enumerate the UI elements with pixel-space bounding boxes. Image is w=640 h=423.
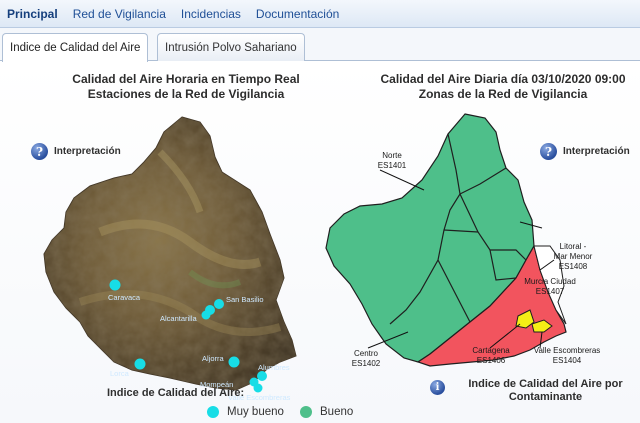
station-label-san-basilio: San Basilio [226,295,264,304]
pollutant-info-button[interactable]: i [430,380,445,395]
nav-incidencias[interactable]: Incidencias [181,7,241,21]
pollutant-line2[interactable]: Contaminante [458,391,633,404]
station-label-aljorra: Aljorra [202,354,225,363]
station-label-lorca: Lorca [110,369,130,378]
tab-content: Calidad del Aire Horaria en Tiempo Real … [0,62,640,423]
zone-label-litoral-line2: Mar Menor [553,252,593,261]
tab-bar: Indice de Calidad del Aire Intrusión Pol… [0,28,640,62]
zone-label-centro: Centro ES1402 [344,349,388,369]
stations-relief-map: Caravaca San Basilio Alcantarilla Lorca … [43,116,297,402]
left-title-line1: Calidad del Aire Horaria en Tiempo Real [72,72,300,86]
station-label-caravaca: Caravaca [108,293,141,302]
right-panel-title: Calidad del Aire Diaria día 03/10/2020 0… [368,72,638,102]
station-label-alumbres: Alumbres [258,363,290,372]
left-panel-title: Calidad del Aire Horaria en Tiempo Real … [45,72,327,102]
right-title-line2: Zonas de la Red de Vigilancia [418,87,588,101]
zone-code-litoral: ES1408 [558,262,588,271]
info-icon[interactable]: i [430,380,445,395]
station-marker-escombreras-2[interactable] [253,383,263,393]
zone-label-litoral: Litoral - Mar Menor ES1408 [545,242,601,272]
legend-title: Indice de Calidad del Aire: [107,387,245,399]
station-label-alcantarilla: Alcantarilla [160,314,198,323]
zone-code-norte: ES1401 [378,161,407,170]
legend-dot-bueno [300,406,312,418]
zone-code-murcia-ciudad: ES1407 [536,287,565,296]
pollutant-line1[interactable]: Indice de Calidad del Aire por [458,378,633,391]
nav-red-de-vigilancia[interactable]: Red de Vigilancia [73,7,166,21]
right-title-line1: Calidad del Aire Diaria día 03/10/2020 0… [380,72,626,86]
top-navigation: Principal Red de Vigilancia Incidencias … [0,0,640,28]
zone-code-cartagena: ES1406 [476,356,506,365]
zone-label-norte: Norte [382,151,402,160]
legend-bueno: Bueno [300,406,353,418]
legend-dot-muy-bueno [207,406,219,418]
station-marker-lorca[interactable] [134,358,146,370]
zone-code-centro: ES1402 [351,359,381,368]
zone-label-litoral-line1: Litoral - [559,242,587,251]
legend-label-muy-bueno: Muy bueno [227,406,284,418]
station-marker-alumbres[interactable] [257,371,267,381]
zone-label-valle-escombreras: Valle Escombreras ES1404 [520,346,614,366]
legend-label-bueno: Bueno [320,406,354,418]
zone-label-cartagena-name: Cartagena [472,346,510,355]
station-marker-san-basilio[interactable] [214,299,224,309]
zone-label-murcia-ciudad: Murcia Ciudad [524,277,576,286]
zone-code-valle: ES1404 [552,356,582,365]
nav-principal[interactable]: Principal [7,7,58,21]
tab-intrusion-polvo-sahariano[interactable]: Intrusión Polvo Sahariano [157,33,305,61]
left-title-line2: Estaciones de la Red de Vigilancia [87,87,285,101]
tab-indice-calidad-aire[interactable]: Indice de Calidad del Aire [2,33,149,62]
zone-label-cartagena: Cartagena ES1406 [460,346,522,366]
legend-muy-bueno: Muy bueno [207,406,284,418]
station-marker-caravaca[interactable] [109,279,121,291]
station-marker-aljorra[interactable] [228,356,240,368]
station-marker-alcantarilla-2[interactable] [201,310,211,320]
zone-label-centro-name: Centro [353,349,378,358]
zone-label-valle-name: Valle Escombreras [533,346,601,355]
pollutant-index-link[interactable]: Indice de Calidad del Aire por Contamina… [458,378,633,404]
nav-documentacion[interactable]: Documentación [256,7,339,21]
